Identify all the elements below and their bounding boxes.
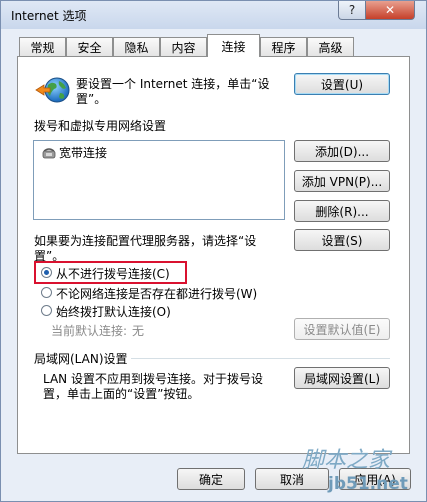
radio-always-dial-default[interactable] [41, 305, 52, 316]
add-button[interactable]: 添加(D)... [294, 140, 390, 162]
radio-dial-whenever-label[interactable]: 不论网络连接是否存在都进行拨号(W) [56, 285, 257, 302]
setup-description-line2: 置”。 [76, 92, 107, 106]
radio-never-dial[interactable] [41, 267, 52, 278]
internet-options-dialog: Internet 选项 ? ✕ 常规 安全 隐私 内容 连接 程序 高级 要设置… [0, 0, 427, 502]
tab-connections[interactable]: 连接 [207, 34, 260, 57]
tab-security[interactable]: 安全 [66, 37, 113, 56]
list-item-label: 宽带连接 [59, 146, 108, 160]
dialup-heading: 拨号和虚拟专用网络设置 [34, 119, 167, 133]
lan-divider [131, 358, 390, 359]
phone-connection-icon [42, 147, 56, 159]
dialup-settings-button[interactable]: 设置(S) [294, 229, 390, 251]
tab-advanced[interactable]: 高级 [307, 37, 354, 56]
ok-button[interactable]: 确定 [177, 468, 245, 490]
lan-description-line2: 置，单击上面的“设置”按钮。 [43, 387, 200, 401]
tab-privacy[interactable]: 隐私 [113, 37, 160, 56]
lan-settings-button[interactable]: 局域网设置(L) [294, 367, 390, 389]
tab-content[interactable]: 内容 [160, 37, 207, 56]
tab-programs[interactable]: 程序 [260, 37, 307, 56]
close-button[interactable]: ✕ [365, 1, 415, 20]
help-button[interactable]: ? [338, 1, 366, 20]
watermark-logo: 脚本之家 [302, 448, 391, 473]
setup-button[interactable]: 设置(U) [294, 73, 390, 95]
network-globe-icon [34, 75, 72, 105]
proxy-description-line1: 如果要为连接配置代理服务器，请选择“设 [34, 234, 257, 248]
title-bar[interactable]: Internet 选项 ? ✕ [1, 1, 426, 29]
radio-dial-whenever[interactable] [41, 287, 52, 298]
lan-heading: 局域网(LAN)设置 [34, 352, 128, 366]
tab-general[interactable]: 常规 [19, 37, 66, 56]
radio-always-dial-default-label[interactable]: 始终拨打默认连接(O) [56, 303, 171, 320]
watermark-url: jb51.net [328, 474, 408, 494]
delete-button[interactable]: 删除(R)... [294, 200, 390, 222]
set-default-button[interactable]: 设置默认值(E) [294, 318, 390, 340]
list-item[interactable]: 宽带连接 [42, 144, 107, 161]
add-vpn-button[interactable]: 添加 VPN(P)... [294, 170, 390, 192]
window-title: Internet 选项 [11, 9, 87, 23]
default-connection-label: 当前默认连接: [51, 324, 128, 338]
connection-list[interactable]: 宽带连接 [33, 140, 285, 220]
default-connection-value: 无 [132, 324, 145, 338]
radio-never-dial-label[interactable]: 从不进行拨号连接(C) [56, 265, 170, 282]
